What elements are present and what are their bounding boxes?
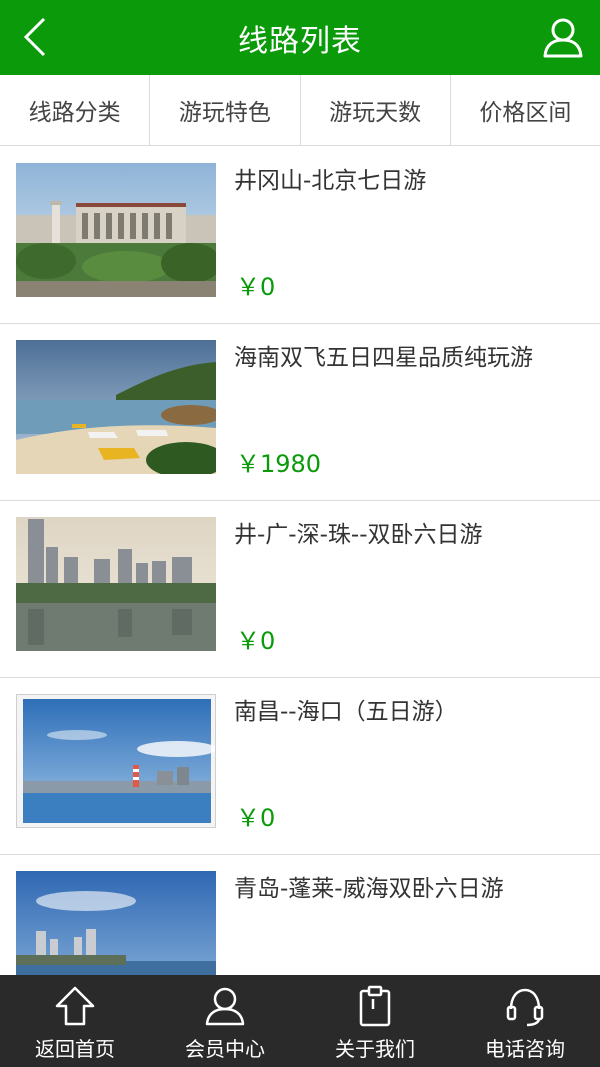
list-item[interactable]: 井-广-深-珠--双卧六日游 ￥0 (0, 501, 600, 678)
tab-phone-consult-label: 电话咨询 (485, 1037, 565, 1061)
filter-days[interactable]: 游玩天数 (301, 75, 451, 145)
tab-member-center-label: 会员中心 (185, 1037, 265, 1061)
clipboard-icon (359, 985, 391, 1027)
bottom-tab-bar: 返回首页 会员中心 关于我们 电话咨询 (0, 975, 600, 1067)
route-price: ￥0 (236, 627, 276, 655)
list-item[interactable]: 南昌--海口（五日游） ￥0 (0, 678, 600, 855)
route-price: ￥1980 (236, 450, 322, 478)
route-title: 青岛-蓬莱-威海双卧六日游 (234, 876, 504, 902)
filter-bar: 线路分类 游玩特色 游玩天数 价格区间 (0, 75, 600, 146)
headset-icon (506, 988, 544, 1027)
route-thumbnail (16, 340, 216, 474)
tab-phone-consult[interactable]: 电话咨询 (450, 975, 600, 1067)
route-title: 井-广-深-珠--双卧六日游 (234, 522, 483, 548)
tab-home[interactable]: 返回首页 (0, 975, 150, 1067)
user-icon (543, 18, 583, 58)
filter-category[interactable]: 线路分类 (0, 75, 151, 145)
route-thumbnail (16, 517, 216, 651)
tab-home-label: 返回首页 (35, 1037, 115, 1061)
route-price: ￥0 (236, 804, 276, 832)
list-item[interactable]: 海南双飞五日四星品质纯玩游 ￥1980 (0, 324, 600, 501)
route-thumbnail (16, 694, 216, 828)
chevron-left-icon (23, 17, 46, 57)
list-item[interactable]: 青岛-蓬莱-威海双卧六日游 (0, 855, 600, 975)
tab-about-us[interactable]: 关于我们 (300, 975, 450, 1067)
route-list: 井冈山-北京七日游 ￥0 海南双飞五日四星品质纯玩游 ￥1980 井-广-深-珠… (0, 147, 600, 975)
route-title: 南昌--海口（五日游） (234, 699, 458, 725)
route-title: 井冈山-北京七日游 (234, 168, 427, 194)
filter-feature[interactable]: 游玩特色 (150, 75, 301, 145)
home-icon (55, 986, 95, 1026)
tab-member-center[interactable]: 会员中心 (150, 975, 300, 1067)
user-button[interactable] (538, 12, 588, 62)
filter-price-range[interactable]: 价格区间 (451, 75, 600, 145)
route-price: ￥0 (236, 273, 276, 301)
back-button[interactable] (10, 12, 60, 62)
route-thumbnail (16, 871, 216, 975)
page-title: 线路列表 (238, 23, 362, 59)
route-thumbnail (16, 163, 216, 297)
header-bar: 线路列表 (0, 0, 600, 75)
list-item[interactable]: 井冈山-北京七日游 ￥0 (0, 147, 600, 324)
route-title: 海南双飞五日四星品质纯玩游 (234, 345, 533, 371)
user-icon (205, 987, 245, 1026)
tab-about-us-label: 关于我们 (335, 1037, 415, 1061)
